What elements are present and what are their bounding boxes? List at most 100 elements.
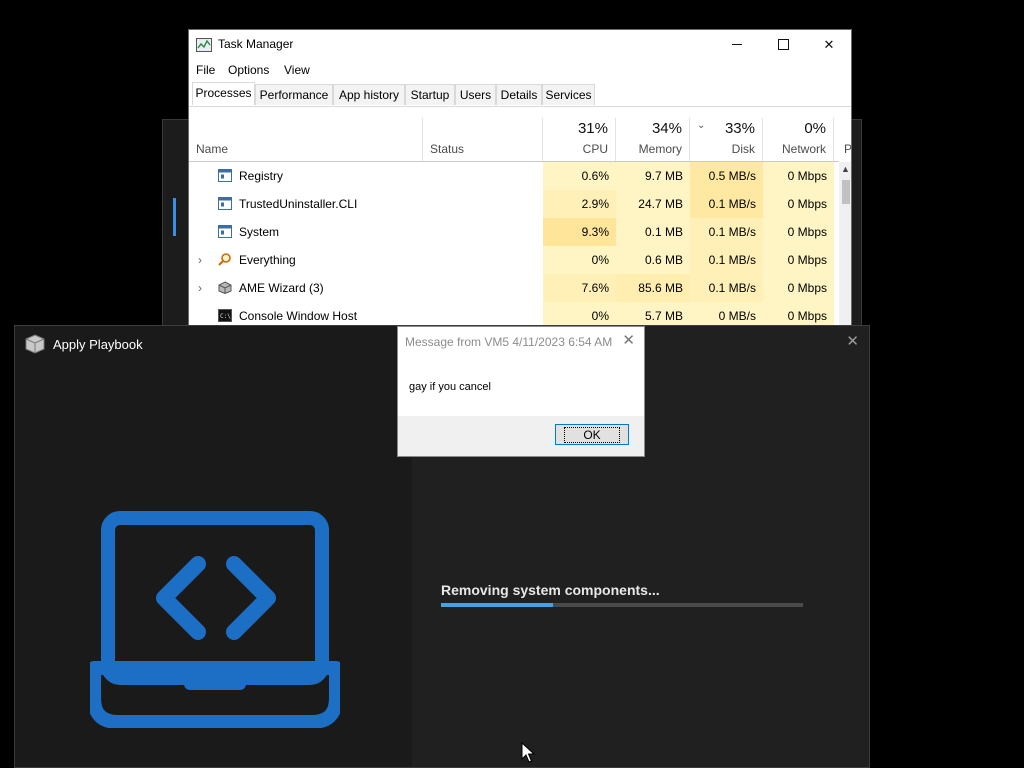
cpu-total: 31%	[577, 120, 608, 137]
tab-startup[interactable]: Startup	[405, 84, 455, 105]
tab-performance[interactable]: Performance	[255, 84, 333, 105]
process-window-icon	[218, 169, 232, 182]
tab-processes[interactable]: Processes	[192, 82, 255, 105]
ok-button-label: OK	[564, 426, 620, 443]
cpu-cell: 2.9%	[543, 190, 616, 218]
dialog-footer: OK	[398, 416, 644, 456]
cpu-cell: 7.6%	[543, 274, 616, 302]
tab-details[interactable]: Details	[496, 84, 542, 105]
playbook-app-icon	[25, 334, 45, 354]
network-cell: 0 Mbps	[763, 162, 834, 190]
column-header-status[interactable]: Status	[423, 118, 543, 162]
sort-descending-icon: ⌄	[697, 120, 706, 131]
column-header-cpu[interactable]: 31% CPU	[543, 118, 616, 162]
console-icon: C:\	[218, 309, 232, 322]
memory-label: Memory	[638, 142, 682, 156]
mouse-cursor-icon	[521, 742, 535, 763]
disk-cell: 0.1 MB/s	[690, 274, 763, 302]
laptop-code-icon	[90, 511, 340, 728]
column-header-memory[interactable]: 34% Memory	[616, 118, 690, 162]
playbook-title: Apply Playbook	[53, 337, 143, 352]
disk-cell: 0.5 MB/s	[690, 162, 763, 190]
table-row[interactable]: › AME Wizard (3) 7.6% 85.6 MB 0.1 MB/s 0…	[189, 274, 839, 302]
box-icon	[218, 281, 232, 294]
memory-cell: 0.1 MB	[616, 218, 690, 246]
disk-cell: 0.1 MB/s	[690, 246, 763, 274]
expand-chevron-icon[interactable]: ›	[198, 246, 202, 274]
progress-status: Removing system components...	[441, 582, 660, 598]
table-row[interactable]: › Everything 0% 0.6 MB 0.1 MB/s 0 Mbps	[189, 246, 839, 274]
column-name-label: Name	[196, 142, 229, 156]
minimize-icon	[732, 44, 742, 45]
menu-bar: File Options View	[189, 60, 851, 80]
menu-view[interactable]: View	[284, 63, 310, 77]
menu-options[interactable]: Options	[228, 63, 269, 77]
memory-cell: 9.7 MB	[616, 162, 690, 190]
disk-cell: 0.1 MB/s	[690, 218, 763, 246]
svg-text:C:\: C:\	[220, 313, 231, 320]
cpu-cell: 0%	[543, 246, 616, 274]
column-header-network[interactable]: 0% Network	[763, 118, 834, 162]
vertical-scrollbar[interactable]: ▲	[839, 162, 851, 326]
memory-cell: 24.7 MB	[616, 190, 690, 218]
window-title: Task Manager	[218, 37, 294, 51]
process-window-icon	[218, 225, 232, 238]
progress-bar-fill	[441, 603, 554, 607]
column-status-label: Status	[430, 142, 465, 156]
maximize-button[interactable]	[760, 30, 806, 59]
dialog-close-icon[interactable]: ✕	[622, 331, 635, 349]
memory-cell: 5.7 MB	[616, 302, 690, 326]
table-row[interactable]: TrustedUninstaller.CLI 2.9% 24.7 MB 0.1 …	[189, 190, 839, 218]
scroll-up-icon[interactable]: ▲	[841, 164, 850, 174]
title-bar[interactable]: Task Manager ✕	[189, 30, 851, 60]
close-icon: ✕	[823, 36, 835, 52]
table-row[interactable]: C:\ Console Window Host 0% 5.7 MB 0 MB/s…	[189, 302, 839, 326]
process-name: AME Wizard (3)	[239, 281, 324, 295]
scrollbar-thumb[interactable]	[842, 180, 850, 204]
disk-total: 33%	[724, 120, 755, 137]
magnifier-icon	[218, 253, 231, 266]
cpu-cell: 9.3%	[543, 218, 616, 246]
cpu-cell: 0%	[543, 302, 616, 326]
network-cell: 0 Mbps	[763, 190, 834, 218]
column-header-name[interactable]: Name	[189, 118, 423, 162]
close-button[interactable]: ✕	[806, 30, 851, 59]
playbook-close-icon[interactable]: ✕	[846, 332, 859, 350]
power-label: P	[844, 142, 852, 156]
disk-label: Disk	[731, 142, 755, 156]
minimize-button[interactable]	[714, 30, 760, 59]
network-cell: 0 Mbps	[763, 274, 834, 302]
progress-bar	[441, 603, 803, 607]
tab-users[interactable]: Users	[455, 84, 496, 105]
maximize-icon	[777, 39, 789, 50]
dialog-message: gay if you cancel	[409, 381, 491, 393]
task-manager-window: Task Manager ✕ File Options View Process…	[188, 29, 852, 327]
column-header-power[interactable]: P	[834, 118, 851, 162]
disk-cell: 0.1 MB/s	[690, 190, 763, 218]
message-dialog: Message from VM5 4/11/2023 6:54 AM ✕ gay…	[397, 326, 645, 457]
tab-app-history[interactable]: App history	[333, 84, 405, 105]
network-cell: 0 Mbps	[763, 218, 834, 246]
menu-file[interactable]: File	[196, 63, 215, 77]
process-name: System	[239, 225, 280, 239]
memory-cell: 85.6 MB	[616, 274, 690, 302]
cpu-cell: 0.6%	[543, 162, 616, 190]
process-name: Everything	[239, 253, 296, 267]
network-total: 0%	[804, 120, 826, 137]
tab-services[interactable]: Services	[542, 84, 595, 105]
memory-cell: 0.6 MB	[616, 246, 690, 274]
tab-strip: Processes Performance App history Startu…	[189, 82, 851, 107]
process-name: TrustedUninstaller.CLI	[239, 197, 358, 211]
ok-button[interactable]: OK	[555, 424, 629, 445]
network-cell: 0 Mbps	[763, 302, 834, 326]
process-window-icon	[218, 197, 232, 210]
task-manager-icon	[196, 38, 212, 52]
table-row[interactable]: System 9.3% 0.1 MB 0.1 MB/s 0 Mbps	[189, 218, 839, 246]
process-name: Registry	[239, 169, 284, 183]
disk-cell: 0 MB/s	[690, 302, 763, 326]
table-row[interactable]: Registry 0.6% 9.7 MB 0.5 MB/s 0 Mbps	[189, 162, 839, 190]
expand-chevron-icon[interactable]: ›	[198, 274, 202, 302]
network-label: Network	[781, 142, 826, 156]
background-window-accent	[173, 198, 176, 236]
network-cell: 0 Mbps	[763, 246, 834, 274]
